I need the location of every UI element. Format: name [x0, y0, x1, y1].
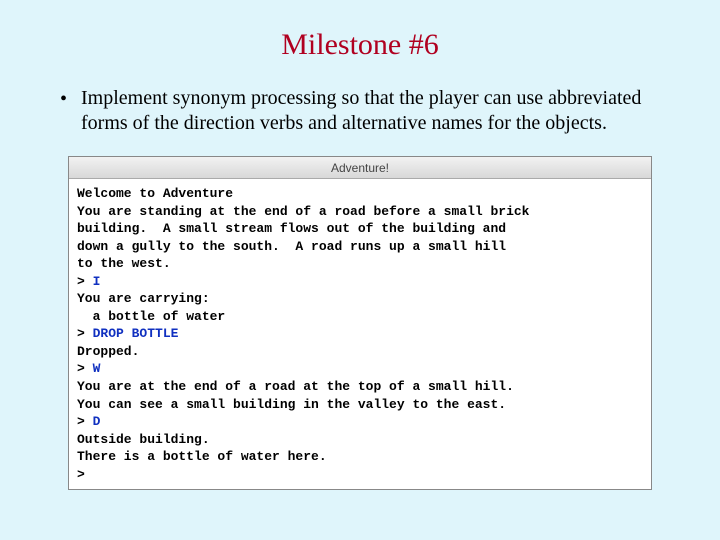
terminal-line: down a gully to the south. A road runs u… — [77, 238, 643, 256]
slide-title: Milestone #6 — [40, 28, 680, 62]
slide: Milestone #6 • Implement synonym process… — [0, 0, 720, 510]
terminal-line: > I — [77, 273, 643, 291]
terminal-line: > DROP BOTTLE — [77, 325, 643, 343]
terminal-body: Welcome to AdventureYou are standing at … — [69, 179, 651, 489]
prompt: > — [77, 361, 93, 376]
prompt: > — [77, 274, 93, 289]
terminal-line: Dropped. — [77, 343, 643, 361]
user-input: D — [93, 414, 101, 429]
prompt: > — [77, 326, 93, 341]
user-input: W — [93, 361, 101, 376]
terminal-line: > — [77, 466, 643, 484]
bullet-marker: • — [60, 86, 67, 112]
terminal-line: a bottle of water — [77, 308, 643, 326]
user-input: I — [93, 274, 101, 289]
terminal-line: There is a bottle of water here. — [77, 448, 643, 466]
window-title: Adventure! — [331, 161, 389, 175]
prompt: > — [77, 467, 93, 482]
terminal-line: You can see a small building in the vall… — [77, 396, 643, 414]
terminal-line: > W — [77, 360, 643, 378]
terminal-window: Adventure! Welcome to AdventureYou are s… — [68, 156, 652, 490]
terminal-line: > D — [77, 413, 643, 431]
terminal-line: to the west. — [77, 255, 643, 273]
window-titlebar: Adventure! — [69, 157, 651, 179]
bullet-text: Implement synonym processing so that the… — [81, 86, 660, 136]
terminal-line: building. A small stream flows out of th… — [77, 220, 643, 238]
prompt: > — [77, 414, 93, 429]
bullet-item: • Implement synonym processing so that t… — [60, 86, 660, 136]
terminal-line: You are at the end of a road at the top … — [77, 378, 643, 396]
terminal-line: Welcome to Adventure — [77, 185, 643, 203]
user-input: DROP BOTTLE — [93, 326, 179, 341]
terminal-line: You are carrying: — [77, 290, 643, 308]
terminal-line: Outside building. — [77, 431, 643, 449]
terminal-line: You are standing at the end of a road be… — [77, 203, 643, 221]
